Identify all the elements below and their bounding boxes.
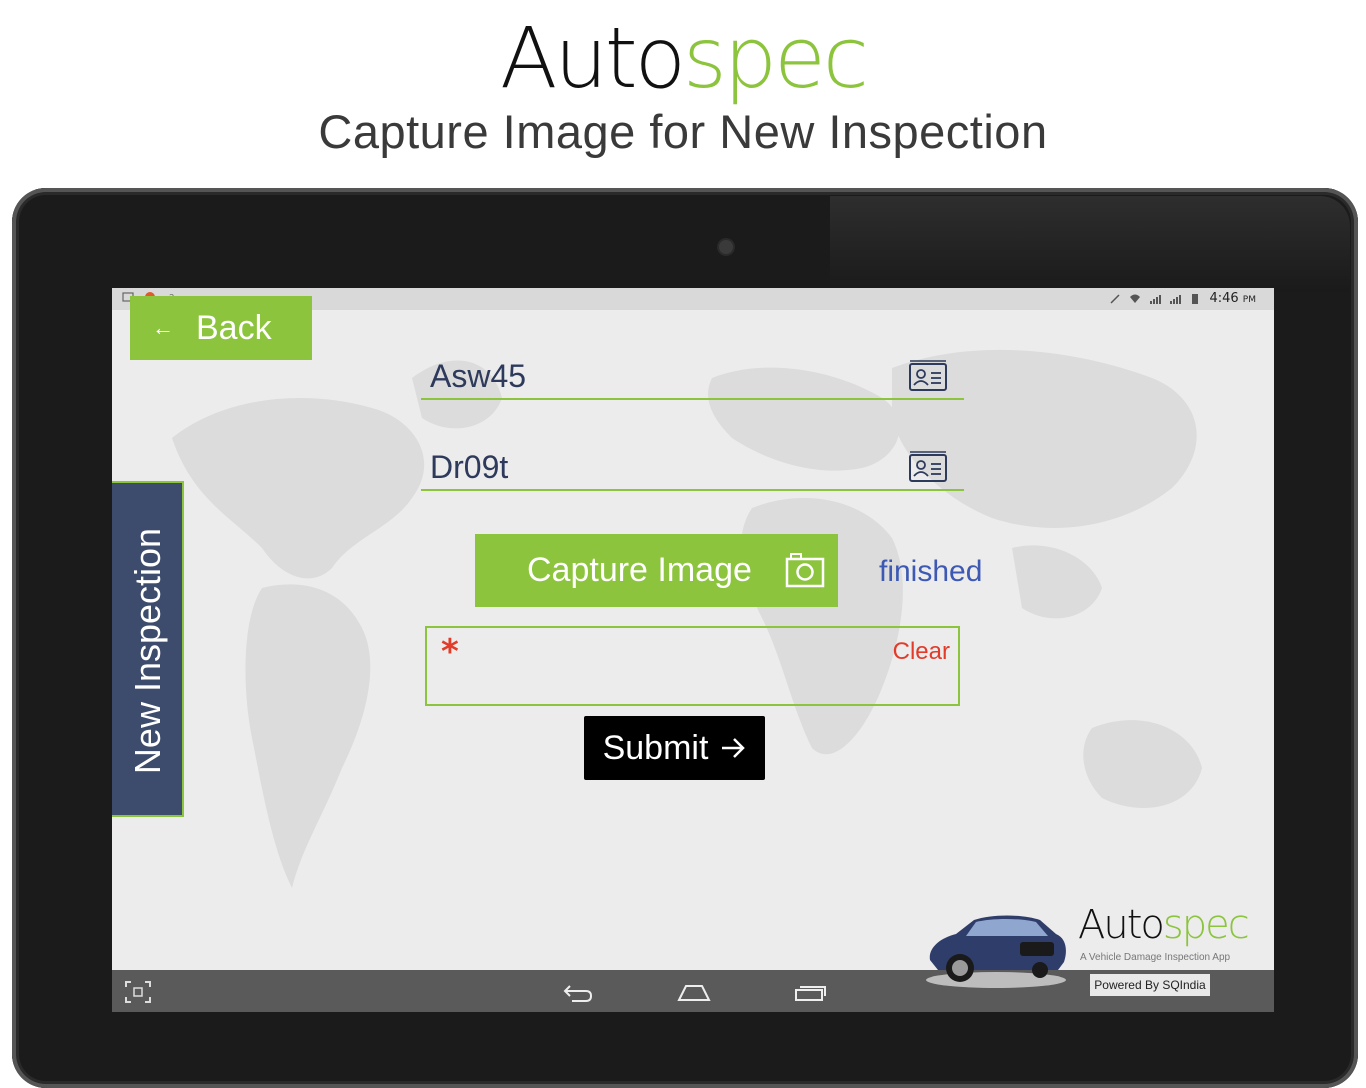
back-button[interactable]: ← Back [130, 296, 312, 360]
capture-image-button[interactable]: Capture Image [475, 534, 838, 607]
powered-by: Powered By SQIndia [1090, 974, 1210, 996]
submit-button[interactable]: Submit [584, 716, 765, 780]
capture-image-label: Capture Image [527, 551, 752, 589]
required-mark: * [441, 632, 459, 672]
signal-icon [1149, 293, 1162, 305]
front-camera [719, 240, 733, 254]
clear-button[interactable]: Clear [893, 638, 950, 666]
signal-icon-2 [1169, 293, 1182, 305]
clock-time: 4:46 [1209, 291, 1239, 306]
arrow-left-icon: ← [152, 315, 174, 340]
back-button-label: Back [196, 308, 272, 347]
screenshot-icon[interactable] [124, 980, 152, 1004]
driver-id-value: Dr09t [430, 449, 509, 485]
capture-status: finished [879, 555, 983, 588]
new-inspection-tab-label: New Inspection [127, 527, 168, 775]
brand-logo-auto: Auto [1078, 902, 1165, 948]
brand-logo: Autospec [1078, 902, 1250, 948]
wifi-icon [1129, 293, 1141, 305]
driver-id-field[interactable]: Dr09t [421, 441, 964, 491]
arrow-right-icon [722, 738, 746, 758]
new-inspection-tab[interactable]: New Inspection [112, 481, 184, 817]
clock-ampm: PM [1242, 295, 1256, 305]
nav-recents-icon[interactable] [794, 980, 828, 1004]
vehicle-id-field[interactable]: Asw45 [421, 350, 964, 400]
promo-logo-spec: spec [683, 9, 869, 107]
nav-home-icon[interactable] [676, 980, 712, 1004]
id-card-icon[interactable] [908, 451, 948, 483]
mute-icon [1109, 293, 1121, 305]
id-card-icon[interactable] [908, 360, 948, 392]
vehicle-id-value: Asw45 [430, 358, 527, 394]
signature-input[interactable]: * Clear [425, 626, 960, 706]
tablet-gloss [830, 196, 1350, 292]
promo-logo-auto: Auto [500, 9, 686, 107]
promo-subtitle: Capture Image for New Inspection [318, 105, 1048, 158]
camera-icon [785, 553, 825, 588]
nav-back-icon[interactable] [562, 980, 594, 1004]
brand-logo-spec: spec [1162, 902, 1250, 948]
promo-logo: Autospec [0, 8, 1366, 108]
brand-footer: Autospec A Vehicle Damage Inspection App… [922, 900, 1274, 1012]
brand-tagline: A Vehicle Damage Inspection App [1080, 952, 1231, 963]
battery-icon [1189, 293, 1201, 305]
tablet-screen: ? 4:46 PM ← Back New Inspection Asw45 [112, 288, 1274, 1012]
car-logo-icon [926, 915, 1066, 988]
submit-button-label: Submit [602, 728, 709, 767]
